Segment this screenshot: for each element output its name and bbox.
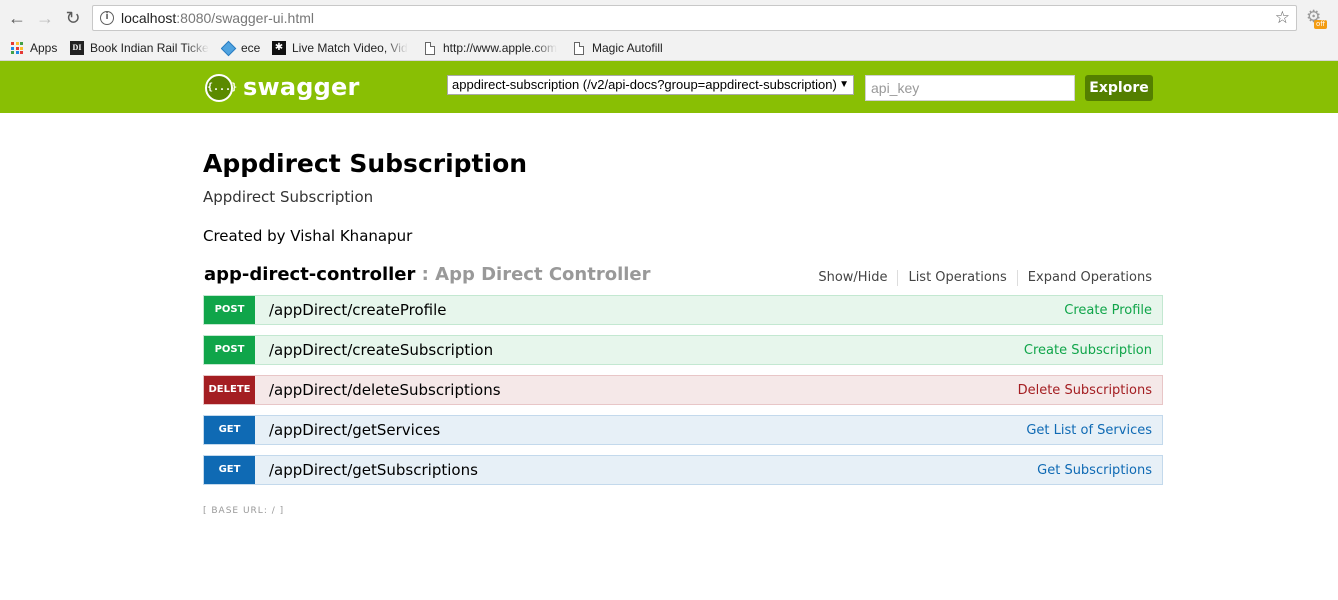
operation-get-subscriptions[interactable]: GET /appDirect/getSubscriptions Get Subs… xyxy=(203,455,1163,485)
controller-name[interactable]: app-direct-controller xyxy=(204,264,415,285)
operation-create-subscription[interactable]: POST /appDirect/createSubscription Creat… xyxy=(203,335,1163,365)
bookmark-apple[interactable]: http://www.apple.com xyxy=(423,39,560,57)
bookmark-label: http://www.apple.com xyxy=(443,41,558,55)
operation-path[interactable]: /appDirect/getSubscriptions xyxy=(269,461,478,479)
bookmark-apps[interactable]: Apps xyxy=(10,39,57,57)
reload-icon[interactable]: ↻ xyxy=(62,7,84,29)
bookmark-ece[interactable]: ece xyxy=(221,39,260,57)
show-hide-link[interactable]: Show/Hide xyxy=(808,270,897,286)
operation-summary[interactable]: Create Subscription xyxy=(1024,343,1152,358)
diamond-icon xyxy=(221,40,236,56)
controller-heading[interactable]: app-direct-controller : App Direct Contr… xyxy=(204,264,651,285)
url-host: localhost xyxy=(121,10,177,26)
list-operations-link[interactable]: List Operations xyxy=(897,270,1016,286)
base-url-footer: [ BASE URL: / ] xyxy=(203,506,285,514)
bookmark-star-icon[interactable]: ☆ xyxy=(1275,8,1290,28)
url-text[interactable]: localhost:8080/swagger-ui.html xyxy=(121,10,314,26)
operation-get-services[interactable]: GET /appDirect/getServices Get List of S… xyxy=(203,415,1163,445)
bookmarks-bar: Apps DI Book Indian Rail Ticke ece ✱ Liv… xyxy=(0,36,1338,61)
page-icon xyxy=(423,41,437,55)
bookmark-label: Apps xyxy=(30,41,58,55)
expand-operations-link[interactable]: Expand Operations xyxy=(1016,270,1152,286)
swagger-logo-icon[interactable]: {...} xyxy=(205,74,237,102)
star-bookmark-icon: ✱ xyxy=(272,41,286,55)
operation-path[interactable]: /appDirect/getServices xyxy=(269,421,440,439)
operation-create-profile[interactable]: POST /appDirect/createProfile Create Pro… xyxy=(203,295,1163,325)
bookmark-label: Live Match Video, Vid xyxy=(292,41,408,55)
bookmark-indian-rail[interactable]: DI Book Indian Rail Ticke xyxy=(70,39,210,57)
api-description: Appdirect Subscription xyxy=(203,188,374,206)
operation-summary[interactable]: Delete Subscriptions xyxy=(1018,383,1152,398)
explore-button[interactable]: Explore xyxy=(1085,75,1153,101)
back-arrow-icon[interactable]: ← xyxy=(6,7,28,29)
bookmark-magic-autofill[interactable]: Magic Autofill xyxy=(572,39,663,57)
method-badge[interactable]: GET xyxy=(204,416,255,444)
api-contact: Created by Vishal Khanapur xyxy=(203,227,413,245)
bookmark-label: ece xyxy=(241,41,261,55)
dropdown-caret-icon: ▼ xyxy=(839,79,849,90)
method-badge[interactable]: GET xyxy=(204,456,255,484)
page-title: Appdirect Subscription xyxy=(203,149,528,178)
address-bar[interactable]: i localhost:8080/swagger-ui.html ☆ xyxy=(92,5,1297,31)
bookmark-live-match[interactable]: ✱ Live Match Video, Vid xyxy=(272,39,412,57)
operation-summary[interactable]: Get Subscriptions xyxy=(1037,463,1152,478)
extension-badge: off xyxy=(1314,20,1328,29)
api-definition-select[interactable]: appdirect-subscription (/v2/api-docs?gro… xyxy=(447,75,854,95)
controller-separator: : xyxy=(415,264,436,285)
apps-grid-icon xyxy=(10,41,24,55)
swagger-header: {...} swagger appdirect-subscription (/v… xyxy=(0,61,1338,113)
method-badge[interactable]: DELETE xyxy=(204,376,255,404)
method-badge[interactable]: POST xyxy=(204,296,255,324)
operation-path[interactable]: /appDirect/createProfile xyxy=(269,301,447,319)
controller-description: App Direct Controller xyxy=(435,264,651,285)
operation-summary[interactable]: Get List of Services xyxy=(1026,423,1152,438)
site-info-icon[interactable]: i xyxy=(100,11,114,25)
bookmark-label: Magic Autofill xyxy=(592,41,663,55)
forward-arrow-icon[interactable]: → xyxy=(34,7,56,29)
url-path: :8080/swagger-ui.html xyxy=(176,10,315,26)
di-icon: DI xyxy=(70,41,84,55)
api-select-value: appdirect-subscription (/v2/api-docs?gro… xyxy=(452,77,837,92)
swagger-logo-text[interactable]: swagger xyxy=(243,73,360,101)
operation-delete-subscriptions[interactable]: DELETE /appDirect/deleteSubscriptions De… xyxy=(203,375,1163,405)
controller-actions: Show/Hide List Operations Expand Operati… xyxy=(808,270,1152,286)
method-badge[interactable]: POST xyxy=(204,336,255,364)
bookmark-label: Book Indian Rail Ticke xyxy=(90,41,209,55)
operation-summary[interactable]: Create Profile xyxy=(1064,303,1152,318)
operation-path[interactable]: /appDirect/createSubscription xyxy=(269,341,493,359)
operation-path[interactable]: /appDirect/deleteSubscriptions xyxy=(269,381,501,399)
extension-icon[interactable]: ⚙ off xyxy=(1306,8,1328,30)
browser-toolbar: ← → ↻ i localhost:8080/swagger-ui.html ☆… xyxy=(0,0,1338,36)
page-icon xyxy=(572,41,586,55)
api-key-input[interactable]: api_key xyxy=(865,75,1075,101)
